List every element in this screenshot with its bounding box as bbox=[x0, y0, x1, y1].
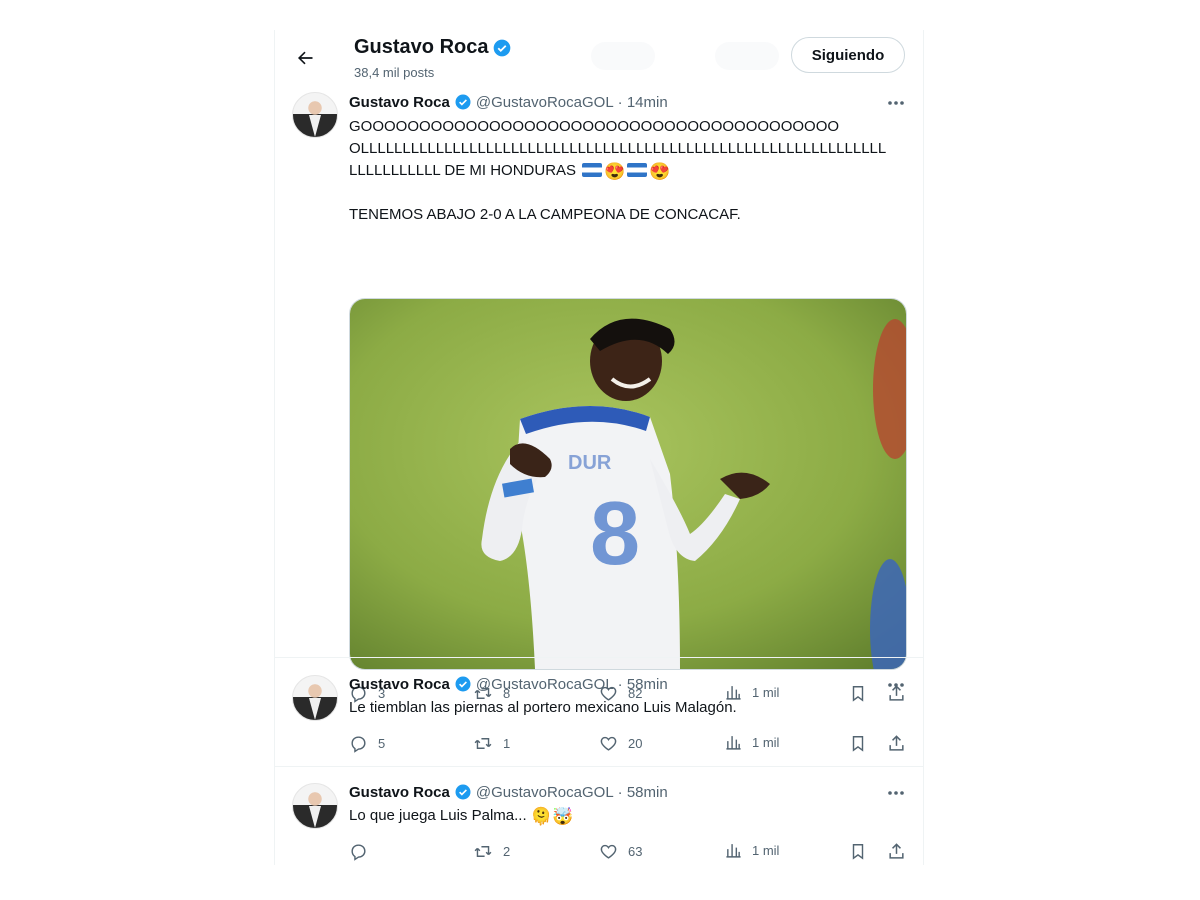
profile-name: Gustavo Roca bbox=[354, 36, 489, 58]
author-name[interactable]: Gustavo Roca bbox=[349, 676, 450, 693]
more-options-button[interactable] bbox=[881, 93, 911, 113]
repost-count: 1 bbox=[503, 736, 511, 751]
like-button[interactable]: 20 bbox=[599, 734, 642, 753]
honduras-flag-emoji bbox=[627, 163, 648, 177]
views-chart-icon bbox=[726, 736, 741, 750]
tweet-text: GOOOOOOOOOOOOOOOOOOOOOOOOOOOOOOOOOOOOOOO… bbox=[349, 116, 904, 226]
timeline-column: Gustavo Roca 38,4 mil posts Siguiendo Gu… bbox=[274, 30, 924, 865]
tweet-time[interactable]: · 58min bbox=[618, 676, 668, 693]
like-button[interactable]: 63 bbox=[599, 842, 642, 861]
text-line: OLLLLLLLLLLLLLLLLLLLLLLLLLLLLLLLLLLLLLLL… bbox=[349, 140, 887, 157]
text-line: Lo que juega Luis Palma... 🫠🤯 bbox=[349, 805, 904, 827]
text-line-content: LLLLLLLLLLL DE MI HONDURAS bbox=[349, 162, 577, 179]
bookmark-button[interactable] bbox=[849, 842, 867, 861]
reply-button[interactable] bbox=[349, 842, 378, 861]
views-count: 1 mil bbox=[752, 843, 780, 858]
verified-badge-icon bbox=[455, 676, 471, 692]
verified-badge-icon bbox=[494, 39, 511, 56]
like-count: 63 bbox=[628, 844, 643, 859]
player-photo: 8 DUR bbox=[350, 299, 906, 669]
tweet[interactable]: Gustavo Roca @GustavoRocaGOL · 58min Lo … bbox=[275, 766, 923, 866]
following-button[interactable]: Siguiendo bbox=[791, 37, 905, 73]
text-line-content: Lo que juega Luis Palma... bbox=[349, 807, 527, 824]
tweet-time[interactable]: · 14min bbox=[618, 94, 668, 111]
bookmark-icon bbox=[852, 844, 864, 860]
author-handle[interactable]: @GustavoRocaGOL bbox=[476, 676, 614, 693]
bookmark-button[interactable] bbox=[849, 734, 867, 753]
repost-icon bbox=[474, 738, 492, 749]
faded-tab bbox=[715, 42, 779, 70]
avatar[interactable] bbox=[292, 675, 338, 721]
tweet-meta: Gustavo Roca @GustavoRocaGOL · 58min bbox=[349, 783, 668, 801]
faded-tab bbox=[591, 42, 655, 70]
exploding-head-emoji: 🤯 bbox=[551, 807, 574, 826]
bookmark-icon bbox=[852, 736, 864, 752]
verified-badge-icon bbox=[455, 784, 471, 800]
more-dots-icon bbox=[888, 101, 904, 105]
author-name[interactable]: Gustavo Roca bbox=[349, 94, 450, 111]
views-chart-icon bbox=[726, 844, 741, 858]
author-name[interactable]: Gustavo Roca bbox=[349, 784, 450, 801]
more-dots-icon bbox=[888, 683, 904, 687]
tweet-time[interactable]: · 58min bbox=[618, 784, 668, 801]
share-icon bbox=[889, 735, 904, 751]
more-dots-icon bbox=[888, 791, 904, 795]
svg-text:8: 8 bbox=[590, 484, 640, 584]
post-count: 38,4 mil posts bbox=[354, 65, 435, 80]
text-line: LLLLLLLLLLL DE MI HONDURAS 😍 😍 bbox=[349, 160, 904, 182]
text-line: GOOOOOOOOOOOOOOOOOOOOOOOOOOOOOOOOOOOOOOO… bbox=[349, 118, 840, 135]
svg-text:DUR: DUR bbox=[568, 452, 612, 474]
profile-header: Gustavo Roca 38,4 mil posts Siguiendo bbox=[275, 30, 923, 90]
views-count: 1 mil bbox=[752, 735, 780, 750]
views-button[interactable]: 1 mil bbox=[725, 734, 779, 751]
share-button[interactable] bbox=[887, 842, 906, 861]
author-handle[interactable]: @GustavoRocaGOL bbox=[476, 94, 614, 111]
repost-button[interactable]: 1 bbox=[473, 734, 510, 753]
tweet-meta: Gustavo Roca @GustavoRocaGOL · 58min bbox=[349, 675, 668, 693]
reply-icon bbox=[351, 736, 366, 753]
tweet-text: Le tiemblan las piernas al portero mexic… bbox=[349, 697, 904, 719]
back-button[interactable] bbox=[289, 42, 321, 74]
melting-face-emoji: 🫠 bbox=[530, 807, 552, 826]
tweet-text: Lo que juega Luis Palma... 🫠🤯 bbox=[349, 805, 904, 827]
heart-eyes-emoji: 😍 bbox=[649, 162, 671, 181]
page-title: Gustavo Roca bbox=[354, 36, 512, 59]
tweet[interactable]: Gustavo Roca @GustavoRocaGOL · 14min GOO… bbox=[275, 90, 923, 703]
arrow-left-icon bbox=[298, 51, 313, 65]
repost-icon bbox=[474, 846, 492, 857]
heart-icon bbox=[600, 736, 617, 751]
avatar[interactable] bbox=[292, 783, 338, 829]
share-icon bbox=[889, 843, 904, 859]
like-count: 20 bbox=[628, 736, 643, 751]
verified-badge-icon bbox=[455, 94, 471, 110]
honduras-flag-emoji bbox=[582, 163, 603, 177]
tweet-actions: 5 1 20 1 mil bbox=[349, 734, 909, 754]
views-button[interactable]: 1 mil bbox=[725, 842, 779, 859]
reply-count: 5 bbox=[378, 736, 386, 751]
repost-button[interactable]: 2 bbox=[473, 842, 510, 861]
tweet-photo[interactable]: 8 DUR bbox=[349, 298, 907, 670]
more-options-button[interactable] bbox=[881, 783, 911, 803]
tweet[interactable]: Gustavo Roca @GustavoRocaGOL · 58min Le … bbox=[275, 657, 923, 767]
repost-count: 2 bbox=[503, 844, 511, 859]
heart-icon bbox=[600, 844, 617, 859]
more-options-button[interactable] bbox=[881, 675, 911, 695]
text-line: TENEMOS ABAJO 2-0 A LA CAMPEONA DE CONCA… bbox=[349, 206, 741, 223]
tweet-meta: Gustavo Roca @GustavoRocaGOL · 14min bbox=[349, 93, 668, 111]
reply-button[interactable]: 5 bbox=[349, 734, 385, 753]
author-handle[interactable]: @GustavoRocaGOL bbox=[476, 784, 614, 801]
heart-eyes-emoji: 😍 bbox=[604, 162, 626, 181]
reply-icon bbox=[351, 844, 366, 861]
tweet-actions: 2 63 1 mil bbox=[349, 842, 909, 862]
text-line: Le tiemblan las piernas al portero mexic… bbox=[349, 699, 737, 716]
share-button[interactable] bbox=[887, 734, 906, 753]
avatar[interactable] bbox=[292, 92, 338, 138]
